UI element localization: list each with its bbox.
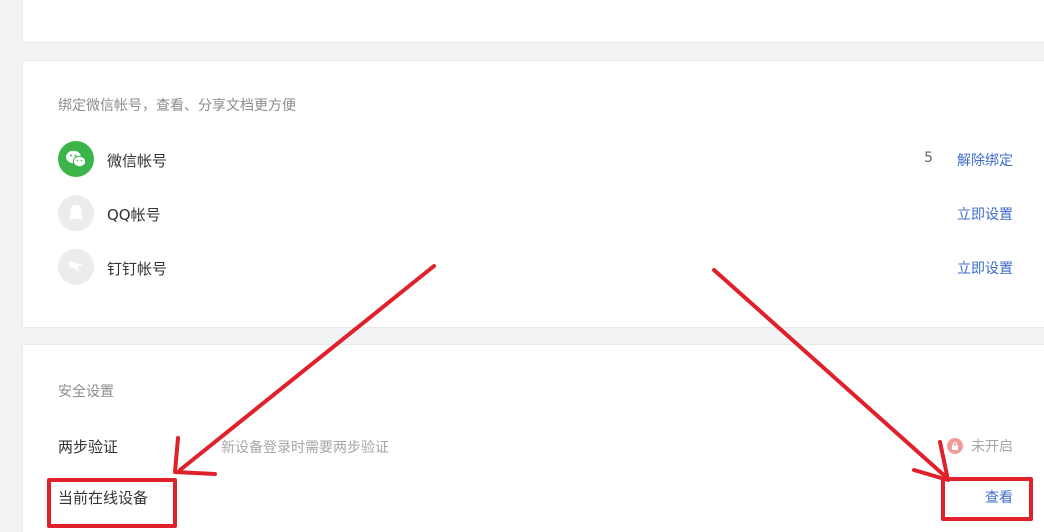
online-devices-row: 当前在线设备 查看	[58, 487, 1013, 517]
security-section-title: 安全设置	[58, 384, 114, 400]
two-step-label: 两步验证	[58, 438, 119, 456]
setup-dingtalk-link[interactable]: 立即设置	[957, 258, 1013, 278]
qq-account-label: QQ帐号	[107, 206, 161, 224]
unbind-wechat-link[interactable]: 解除绑定	[957, 150, 1013, 170]
two-step-verification-row: 两步验证 新设备登录时需要两步验证 未开启	[58, 436, 1013, 466]
dingtalk-icon	[58, 249, 94, 285]
security-settings-card: 安全设置 两步验证 新设备登录时需要两步验证 未开启 当前在线设备 查看	[22, 344, 1044, 532]
qq-account-row: QQ帐号 立即设置	[58, 195, 1013, 233]
dingtalk-account-row: 钉钉帐号 立即设置	[58, 249, 1013, 287]
two-step-status-text: 未开启	[971, 439, 1013, 455]
online-devices-label: 当前在线设备	[58, 489, 149, 507]
two-step-description: 新设备登录时需要两步验证	[221, 440, 389, 456]
wechat-account-row: 微信帐号 5 解除绑定	[58, 141, 1013, 179]
dingtalk-account-label: 钉钉帐号	[107, 260, 168, 278]
wechat-account-count: 5	[924, 150, 933, 166]
view-online-devices-link[interactable]: 查看	[985, 487, 1013, 507]
setup-qq-link[interactable]: 立即设置	[957, 204, 1013, 224]
lock-icon	[947, 438, 963, 454]
wechat-icon	[58, 141, 94, 177]
two-step-status[interactable]: 未开启	[947, 436, 1013, 456]
qq-icon	[58, 195, 94, 231]
account-binding-card: 绑定微信帐号，查看、分享文档更方便 微信帐号 5 解除绑定 QQ帐号 立即设置	[22, 60, 1044, 328]
binding-section-title: 绑定微信帐号，查看、分享文档更方便	[58, 98, 296, 114]
top-card	[22, 0, 1044, 43]
wechat-account-label: 微信帐号	[107, 152, 168, 170]
